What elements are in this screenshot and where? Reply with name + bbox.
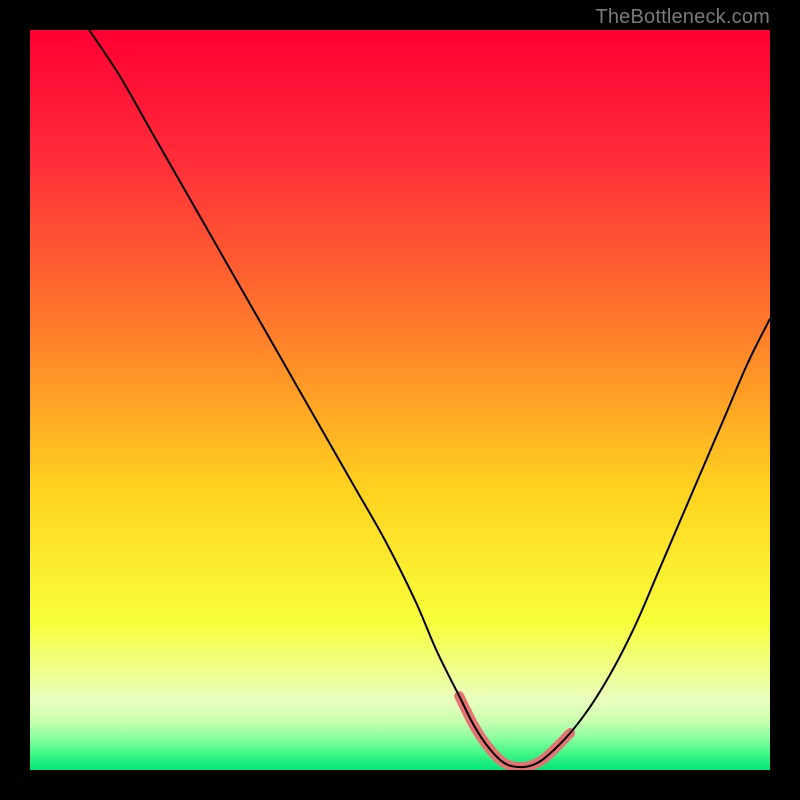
chart-frame: TheBottleneck.com: [0, 0, 800, 800]
plot-area: [30, 30, 770, 770]
gradient-background: [30, 30, 770, 770]
attribution-text: TheBottleneck.com: [595, 6, 770, 29]
chart-svg: [30, 30, 770, 770]
